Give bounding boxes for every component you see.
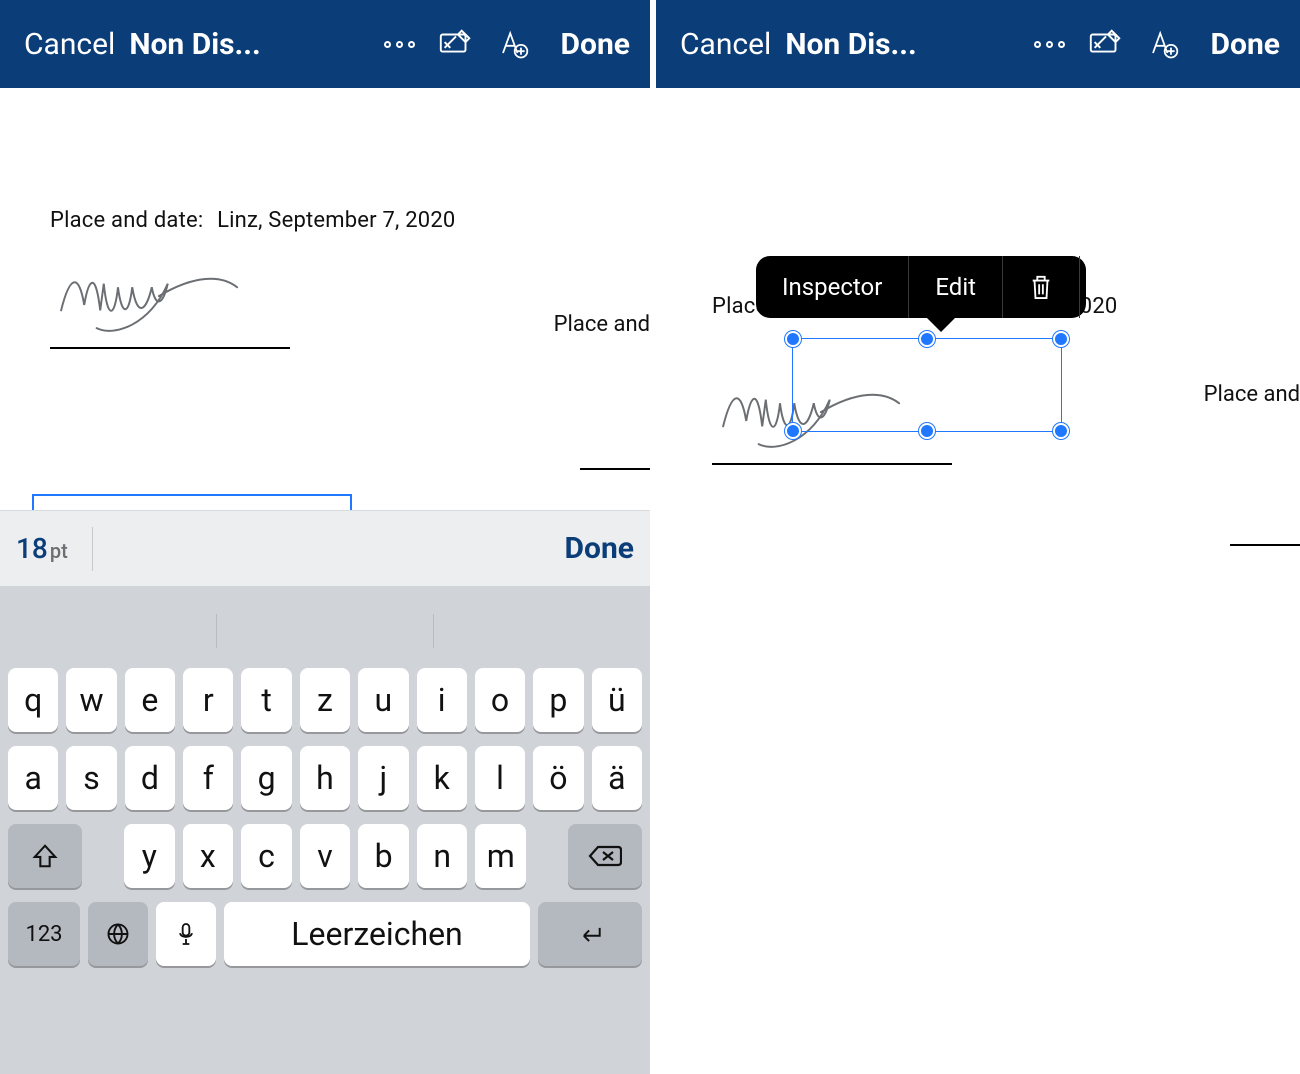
key-ä[interactable]: ä: [592, 746, 642, 810]
signature-line-right: [1230, 544, 1300, 546]
key-x[interactable]: x: [183, 824, 234, 888]
more-icon[interactable]: [1029, 23, 1071, 65]
key-y[interactable]: y: [124, 824, 175, 888]
key-p[interactable]: p: [533, 668, 583, 732]
text-add-icon[interactable]: [1141, 23, 1183, 65]
edit-menu-item[interactable]: Edit: [909, 256, 1003, 318]
document-title: Non Dis...: [129, 27, 260, 62]
key-c[interactable]: c: [241, 824, 292, 888]
key-b[interactable]: b: [358, 824, 409, 888]
signature-line: [712, 463, 952, 465]
key-d[interactable]: d: [125, 746, 175, 810]
return-key[interactable]: [538, 902, 642, 966]
navbar: Cancel Non Dis... Done: [656, 0, 1300, 88]
key-u[interactable]: u: [358, 668, 408, 732]
resize-handle[interactable]: [919, 331, 935, 347]
key-v[interactable]: v: [300, 824, 351, 888]
key-g[interactable]: g: [241, 746, 291, 810]
place-date-line-right: Place and: [554, 312, 650, 337]
key-l[interactable]: l: [475, 746, 525, 810]
key-k[interactable]: k: [417, 746, 467, 810]
cancel-button[interactable]: Cancel: [24, 27, 115, 62]
inspector-menu-item[interactable]: Inspector: [756, 256, 909, 318]
key-ü[interactable]: ü: [592, 668, 642, 732]
numeric-key[interactable]: 123: [8, 902, 80, 966]
context-menu: Inspector Edit: [756, 256, 1086, 318]
font-size-stepper[interactable]: 18 pt: [16, 532, 68, 565]
key-t[interactable]: t: [241, 668, 291, 732]
document-area: Place and date: Linz, September 7, 2020 …: [0, 88, 650, 1074]
place-date-label: Place and date:: [50, 208, 203, 233]
key-h[interactable]: h: [300, 746, 350, 810]
key-w[interactable]: w: [66, 668, 116, 732]
font-size-unit: pt: [50, 539, 68, 563]
document-title: Non Dis...: [785, 27, 916, 62]
globe-key[interactable]: [88, 902, 148, 966]
selection-box[interactable]: [792, 338, 1062, 432]
keyboard-done-button[interactable]: Done: [565, 531, 634, 566]
document-area: Place and date: Linz, September 7, 2020 …: [656, 88, 1300, 1074]
keyboard-accessory: 18 pt Done: [0, 510, 650, 586]
annotate-icon[interactable]: [435, 23, 477, 65]
shift-key[interactable]: [8, 824, 82, 888]
key-s[interactable]: s: [66, 746, 116, 810]
key-r[interactable]: r: [183, 668, 233, 732]
place-date-line-right: Place and: [1204, 382, 1300, 407]
resize-handle[interactable]: [1053, 331, 1069, 347]
keyboard-predictions: [0, 604, 650, 658]
key-z[interactable]: z: [300, 668, 350, 732]
cancel-button[interactable]: Cancel: [680, 27, 771, 62]
screenshot-left: Cancel Non Dis... Done Place and date:: [0, 0, 650, 1074]
key-j[interactable]: j: [358, 746, 408, 810]
done-button[interactable]: Done: [1211, 27, 1280, 62]
key-e[interactable]: e: [125, 668, 175, 732]
resize-handle[interactable]: [785, 331, 801, 347]
place-date-line: Place and date: Linz, September 7, 2020: [50, 208, 650, 233]
resize-handle[interactable]: [785, 423, 801, 439]
dictation-key[interactable]: [156, 902, 216, 966]
place-date-value: Linz, September 7, 2020: [217, 208, 455, 233]
resize-handle[interactable]: [1053, 423, 1069, 439]
resize-handle[interactable]: [919, 423, 935, 439]
done-button[interactable]: Done: [561, 27, 630, 62]
key-m[interactable]: m: [475, 824, 526, 888]
key-i[interactable]: i: [417, 668, 467, 732]
delete-menu-item[interactable]: [1003, 256, 1080, 318]
backspace-key[interactable]: [568, 824, 642, 888]
key-n[interactable]: n: [417, 824, 468, 888]
navbar: Cancel Non Dis... Done: [0, 0, 650, 88]
signature-line: [50, 347, 290, 349]
key-a[interactable]: a: [8, 746, 58, 810]
space-key[interactable]: Leerzeichen: [224, 902, 530, 966]
divider: [92, 527, 93, 571]
screenshot-right: Cancel Non Dis... Done Place and date:: [650, 0, 1300, 1074]
key-f[interactable]: f: [183, 746, 233, 810]
more-icon[interactable]: [379, 23, 421, 65]
key-o[interactable]: o: [475, 668, 525, 732]
key-ö[interactable]: ö: [533, 746, 583, 810]
annotate-icon[interactable]: [1085, 23, 1127, 65]
signature-line-right: [580, 468, 650, 470]
keyboard[interactable]: qwertzuiopü asdfghjklöä yxcvbnm 123: [0, 586, 650, 1074]
text-add-icon[interactable]: [491, 23, 533, 65]
key-q[interactable]: q: [8, 668, 58, 732]
font-size-value: 18: [16, 532, 48, 565]
